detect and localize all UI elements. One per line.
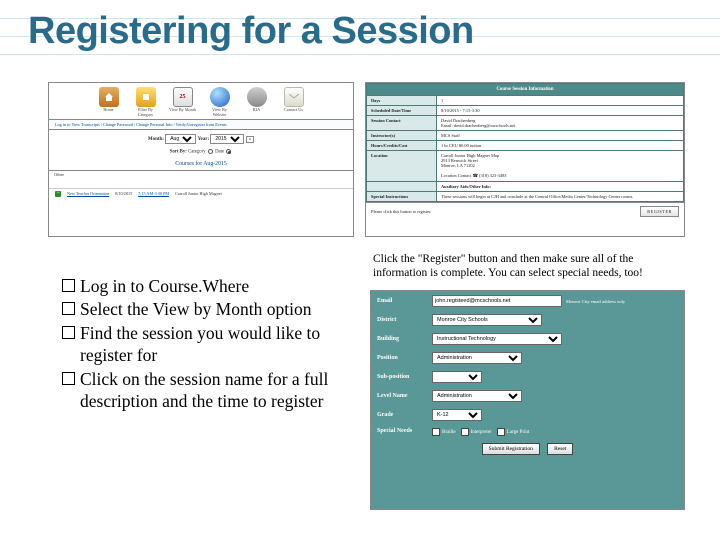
bullet-item: Log in to Course.Where [62,275,352,297]
largeprint-checkbox[interactable] [497,428,505,436]
toolbar-filter[interactable]: Filter By Category [132,87,160,117]
month-filter-row: Month: Aug Year: 2015 » [49,130,353,146]
session-info-header: Course Session Information [367,84,684,96]
building-select[interactable]: Instructional Technology [432,333,562,345]
sort-category-radio[interactable] [208,149,213,154]
register-button[interactable]: REGISTER [640,206,679,217]
toolbar-contact[interactable]: Contact Us [280,87,308,117]
subposition-select[interactable] [432,371,482,383]
instruction-list: Log in to Course.Where Select the View b… [62,275,352,413]
slide-title: Registering for a Session [28,10,474,53]
session-info-panel: Course Session Information Days1 Schedul… [365,82,685,237]
sort-date-radio[interactable] [226,149,231,154]
special-needs-group: Braille Interpreter Large Print [432,428,529,436]
register-prompt: Please click this button to register. [371,209,431,214]
category-other: Other [49,170,353,178]
month-select[interactable]: Aug [165,134,196,144]
courses-heading: Courses for Aug-2015 [49,161,353,167]
register-caption: Click the "Register" button and then mak… [373,252,683,281]
reset-button[interactable]: Reset [547,443,573,455]
globe-icon [210,87,230,107]
coursewhere-panel: Home Filter By Category 25 View By Month… [48,82,354,237]
calendar-icon: 25 [173,87,193,107]
go-button[interactable]: » [246,136,255,143]
grade-select[interactable]: K-12 [432,409,482,421]
toolbar-website[interactable]: View By Website [206,87,234,117]
toolbar-ria[interactable]: RIA [243,87,271,117]
toolbar-home[interactable]: Home [95,87,123,117]
position-select[interactable]: Administration [432,352,522,364]
toolbar-month[interactable]: 25 View By Month [169,87,197,117]
submit-registration-button[interactable]: Submit Registration [482,443,540,455]
district-select[interactable]: Monroe City Schools [432,314,542,326]
email-field[interactable] [432,295,562,307]
level-select[interactable]: Administration [432,390,522,402]
bullet-item: Select the View by Month option [62,298,352,320]
wrench-icon [247,87,267,107]
mail-icon [284,87,304,107]
coursewhere-toolbar: Home Filter By Category 25 View By Month… [49,83,353,119]
registration-form-panel: Email Monroe City email address only Dis… [370,290,685,510]
login-bar[interactable]: Log in to View Transcripts / Change Pass… [49,119,353,130]
bullet-item: Find the session you would like to regis… [62,322,352,367]
year-select[interactable]: 2015 [210,134,244,144]
bullet-item: Click on the session name for a full des… [62,368,352,413]
course-link[interactable]: New Teacher Orientation [67,191,109,196]
braille-checkbox[interactable] [432,428,440,436]
home-icon [99,87,119,107]
sort-row: Sort By: Category Date [49,149,353,155]
filter-icon [136,87,156,107]
course-row: + New Teacher Orientation 8/10/2015 7:15… [49,188,353,199]
expand-icon[interactable]: + [55,191,61,197]
interpreter-checkbox[interactable] [461,428,469,436]
